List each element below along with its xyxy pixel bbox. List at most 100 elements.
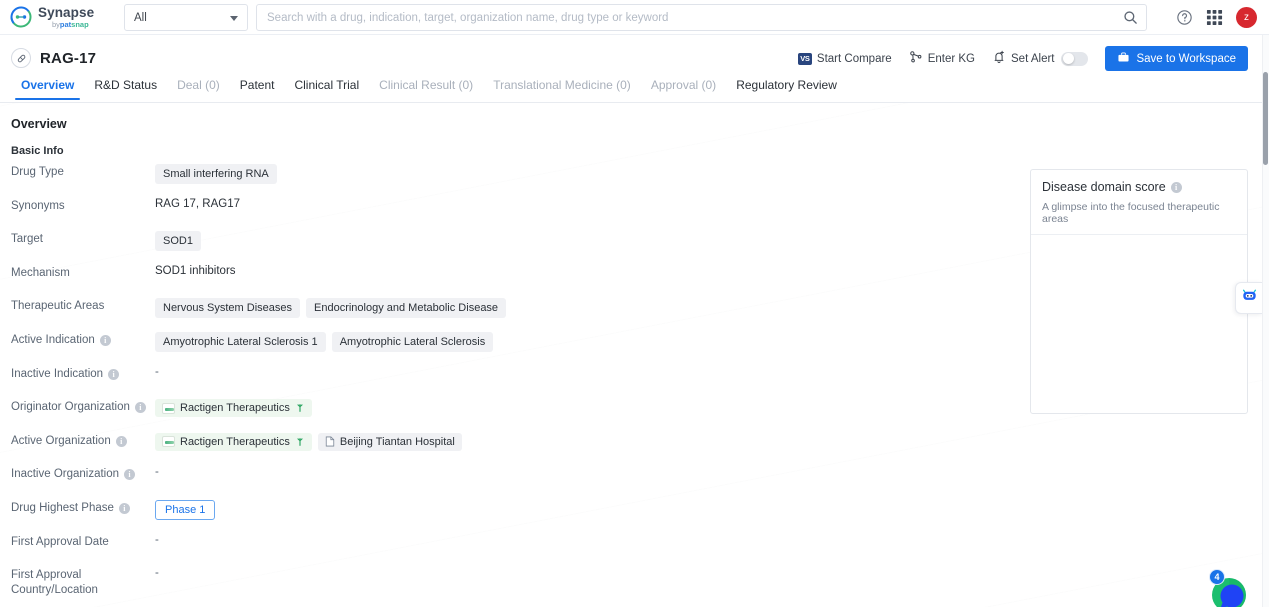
organization-name: Ractigen Therapeutics xyxy=(180,402,290,415)
tab-clinical-trial[interactable]: Clinical Trial xyxy=(284,78,369,99)
info-icon[interactable]: i xyxy=(108,368,120,380)
info-row-label-text: First Approval Country/Location xyxy=(11,569,98,597)
info-row-label-text: Mechanism xyxy=(11,266,70,279)
organization-tag[interactable]: Ractigen Therapeutics xyxy=(155,432,312,451)
tab-deal-0[interactable]: Deal (0) xyxy=(167,78,230,99)
info-icon[interactable]: i xyxy=(118,502,130,514)
info-row-label: Synonyms xyxy=(0,197,155,214)
basic-info-rows: Drug Type Small interfering RNA Synonyms RA… xyxy=(0,163,1010,600)
empty-value: - xyxy=(155,567,159,580)
info-row: Originator Organization i Ractigen Therape… xyxy=(0,398,1010,432)
info-row: Therapeutic Areas Nervous System Diseases… xyxy=(0,297,1010,331)
info-row: Synonyms RAG 17, RAG17 xyxy=(0,197,1010,231)
search-icon[interactable] xyxy=(1123,10,1138,30)
info-icon[interactable]: i xyxy=(124,469,136,481)
synapse-logo[interactable]: Synapse bypatsnap xyxy=(10,6,118,28)
info-row-label: First Approval Date xyxy=(0,533,155,550)
info-row: Inactive Indication i - xyxy=(0,365,1010,399)
disease-domain-score-description: A glimpse into the focused therapeutic a… xyxy=(1042,201,1220,225)
global-header: Synapse bypatsnap All Search with a drug… xyxy=(0,0,1269,35)
info-row: Drug Type Small interfering RNA xyxy=(0,163,1010,197)
info-row: Target SOD1 xyxy=(0,230,1010,264)
info-icon[interactable]: i xyxy=(99,334,111,346)
search-scope-select[interactable]: All xyxy=(124,4,248,31)
info-row-value: Small interfering RNA xyxy=(155,163,277,184)
info-row-label-text: Inactive Organization xyxy=(11,468,120,481)
tab-r-d-status[interactable]: R&D Status xyxy=(84,78,167,99)
info-row-label: First Approval Country/Location xyxy=(0,566,155,598)
avatar-initial: z xyxy=(1244,12,1249,23)
info-row-label-text: Inactive Indication xyxy=(11,367,104,380)
trend-leaf-icon xyxy=(297,404,303,413)
tab-approval-0[interactable]: Approval (0) xyxy=(641,78,726,99)
set-alert-control[interactable]: Set Alert xyxy=(992,50,1089,67)
info-row-label: Inactive Organization i xyxy=(0,465,155,482)
info-row-label: Inactive Indication i xyxy=(0,365,155,382)
search-input[interactable] xyxy=(267,5,1136,30)
info-row-label-text: Drug Highest Phase xyxy=(11,501,114,514)
avatar[interactable]: z xyxy=(1236,7,1257,28)
grid-apps-icon[interactable] xyxy=(1206,9,1223,26)
help-circle-icon[interactable] xyxy=(1176,9,1193,26)
info-row-label-text: First Approval Date xyxy=(11,535,109,548)
info-row-value: - xyxy=(155,465,159,478)
info-row-label: Drug Type xyxy=(0,163,155,180)
info-row-value: Nervous System Diseases Endocrinology and… xyxy=(155,297,507,319)
tab-overview[interactable]: Overview xyxy=(11,78,84,100)
info-row-value: SOD1 inhibitors xyxy=(155,264,236,277)
start-compare-label: Start Compare xyxy=(816,52,892,65)
page-scrollbar-thumb[interactable] xyxy=(1263,72,1268,165)
value-tag[interactable]: Nervous System Diseases xyxy=(155,298,300,319)
info-row-value: Ractigen Therapeutics xyxy=(155,398,312,418)
empty-value: - xyxy=(155,365,159,378)
info-row-label-text: Originator Organization xyxy=(11,401,130,414)
enter-kg-label: Enter KG xyxy=(927,52,976,65)
disease-domain-score-card: Disease domain score i A glimpse into th… xyxy=(1030,169,1248,414)
tab-regulatory-review[interactable]: Regulatory Review xyxy=(726,78,847,99)
app-root: Synapse bypatsnap All Search with a drug… xyxy=(0,0,1269,607)
tab-clinical-result-0[interactable]: Clinical Result (0) xyxy=(369,78,483,99)
info-row-label: Active Indication i xyxy=(0,331,155,348)
org-logo-icon xyxy=(162,436,175,448)
info-row-label-text: Synonyms xyxy=(11,199,65,212)
value-tag[interactable]: Small interfering RNA xyxy=(155,164,277,184)
value-tag[interactable]: Amyotrophic Lateral Sclerosis xyxy=(331,331,494,352)
info-icon[interactable]: i xyxy=(115,435,127,447)
info-icon[interactable]: i xyxy=(134,402,146,414)
info-row: Active Indication i Amyotrophic Lateral Sc… xyxy=(0,331,1010,365)
tab-translational-medicine-0[interactable]: Translational Medicine (0) xyxy=(483,78,641,99)
start-compare-button[interactable]: VS Start Compare xyxy=(797,52,892,65)
value-tag[interactable]: Amyotrophic Lateral Sclerosis 1 xyxy=(155,331,326,352)
chevron-down-icon xyxy=(230,16,238,21)
chat-unread-badge: 4 xyxy=(1209,569,1225,585)
tab-patent[interactable]: Patent xyxy=(230,78,285,99)
value-tag[interactable]: Endocrinology and Metabolic Disease xyxy=(306,298,507,319)
knowledge-graph-icon xyxy=(909,50,923,67)
value-tag[interactable]: SOD1 xyxy=(155,231,201,252)
set-alert-toggle[interactable] xyxy=(1061,51,1089,66)
info-row: Mechanism SOD1 inhibitors xyxy=(0,264,1010,298)
info-icon[interactable]: i xyxy=(1170,181,1182,193)
organization-tag[interactable]: Beijing Tiantan Hospital xyxy=(317,432,462,451)
enter-kg-button[interactable]: Enter KG xyxy=(909,50,975,67)
info-row-value: SOD1 xyxy=(155,230,201,252)
page-scrollbar-track[interactable] xyxy=(1262,35,1269,607)
document-icon xyxy=(325,436,335,447)
info-row-value: Phase 1 xyxy=(155,499,216,520)
header-icon-group: z xyxy=(1176,0,1257,35)
set-alert-label: Set Alert xyxy=(1011,52,1055,65)
drug-header-actions: VS Start Compare Enter KG Set Alert Save… xyxy=(797,46,1248,71)
phase-badge[interactable]: Phase 1 xyxy=(155,499,216,520)
organization-tag[interactable]: Ractigen Therapeutics xyxy=(155,399,312,418)
value-text: SOD1 inhibitors xyxy=(155,264,236,277)
disease-domain-score-title-row: Disease domain score i xyxy=(1042,180,1236,194)
org-logo-icon xyxy=(162,402,175,414)
global-search[interactable] xyxy=(256,4,1147,31)
disease-domain-score-header: Disease domain score i A glimpse into th… xyxy=(1031,170,1247,235)
empty-value: - xyxy=(155,466,159,479)
info-row-label: Therapeutic Areas xyxy=(0,297,155,314)
save-to-workspace-button[interactable]: Save to Workspace xyxy=(1105,46,1248,71)
ai-assistant-tab[interactable] xyxy=(1235,282,1262,314)
organization-name: Ractigen Therapeutics xyxy=(180,435,290,448)
page-title: RAG-17 xyxy=(40,49,97,67)
